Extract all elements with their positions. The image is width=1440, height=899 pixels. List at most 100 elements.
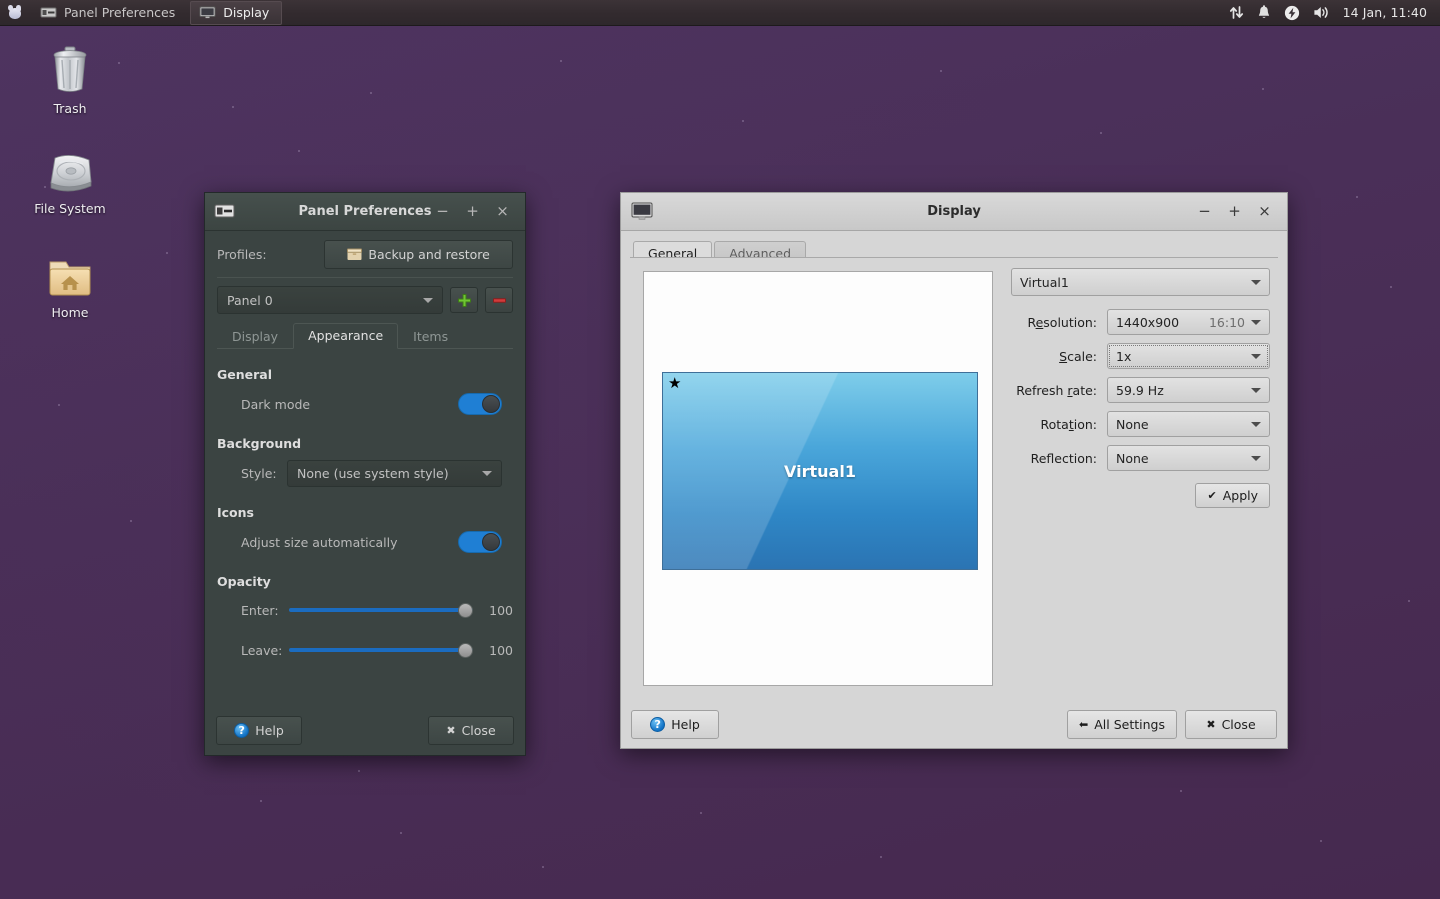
desktop-star — [58, 404, 60, 406]
minus-icon — [492, 297, 506, 303]
section-heading-general: General — [217, 367, 272, 382]
panel-select[interactable]: Panel 0 — [217, 286, 443, 314]
refresh-rate-label: Refresh rate: — [1016, 382, 1097, 398]
rotation-label: Rotation: — [1040, 416, 1097, 432]
system-tray: 14 Jan, 11:40 — [1229, 5, 1440, 21]
opacity-leave-slider[interactable] — [289, 642, 473, 658]
desktop-star — [298, 150, 300, 152]
toggle-knob — [482, 395, 500, 413]
monitor-preview-virtual1[interactable]: ★ Virtual1 — [662, 372, 978, 570]
taskbar-item-panel-preferences[interactable]: Panel Preferences — [31, 1, 188, 25]
remove-panel-button[interactable] — [485, 287, 513, 313]
opacity-enter-label: Enter: — [241, 602, 279, 618]
chevron-down-icon — [423, 298, 433, 303]
tab-items[interactable]: Items — [398, 324, 463, 349]
apply-button[interactable]: ✔ Apply — [1195, 483, 1270, 508]
maximize-button[interactable]: + — [466, 204, 479, 219]
chevron-down-icon — [1251, 320, 1261, 325]
scale-select[interactable]: 1x — [1107, 343, 1270, 369]
dark-mode-label: Dark mode — [241, 396, 311, 412]
close-dialog-button[interactable]: ✖ Close — [1185, 709, 1277, 739]
resolution-select[interactable]: 1440x900 16:10 — [1107, 309, 1270, 335]
add-panel-button[interactable] — [450, 287, 478, 313]
panel-select-value: Panel 0 — [227, 292, 273, 308]
backup-and-restore-button[interactable]: Backup and restore — [324, 239, 513, 269]
style-label: Style: — [241, 465, 277, 481]
applications-menu-button[interactable] — [0, 0, 30, 26]
panel-prefs-body: Profiles: Backup and restore Panel 0 Dis… — [205, 231, 525, 667]
volume-speaker-icon[interactable] — [1313, 5, 1330, 20]
opacity-enter-slider[interactable] — [289, 602, 473, 618]
adjust-size-row: Adjust size automatically — [217, 524, 513, 560]
desktop-star — [358, 770, 360, 772]
desktop-star — [1390, 286, 1392, 288]
slider-handle[interactable] — [458, 602, 473, 618]
opacity-leave-label: Leave: — [241, 642, 283, 658]
panel-prefs-titlebar[interactable]: Panel Preferences − + × — [205, 193, 525, 231]
adjust-size-toggle[interactable] — [458, 531, 502, 553]
background-style-value: None (use system style) — [297, 465, 449, 481]
chevron-down-icon — [1251, 422, 1261, 427]
minimize-button[interactable]: − — [436, 204, 449, 219]
power-bolt-icon[interactable] — [1284, 5, 1300, 21]
close-button[interactable]: × — [1258, 204, 1271, 219]
monitor-icon — [199, 6, 216, 19]
display-preview-area[interactable]: ★ Virtual1 — [643, 271, 993, 686]
maximize-button[interactable]: + — [1228, 204, 1241, 219]
desktop-star — [370, 92, 372, 94]
network-updown-icon[interactable] — [1229, 5, 1244, 20]
all-settings-button[interactable]: ⬅ All Settings — [1067, 709, 1177, 739]
refresh-rate-value: 59.9 Hz — [1116, 382, 1164, 398]
desktop-icon-label: File System — [34, 201, 106, 216]
slider-track — [289, 608, 473, 612]
desktop-star — [1320, 840, 1322, 842]
desktop-star — [232, 106, 234, 108]
opacity-leave-row: Leave: 100 — [217, 633, 513, 667]
desktop-icon-file-system[interactable]: File System — [18, 150, 122, 216]
desktop-star — [1180, 790, 1182, 792]
panel-clock[interactable]: 14 Jan, 11:40 — [1343, 5, 1427, 20]
close-button[interactable]: × — [496, 204, 509, 219]
desktop-icon-home[interactable]: Home — [18, 256, 122, 320]
adjust-size-label: Adjust size automatically — [241, 534, 398, 550]
dark-mode-toggle[interactable] — [458, 393, 502, 415]
section-heading-icons: Icons — [217, 505, 254, 520]
tab-display[interactable]: Display — [217, 324, 293, 349]
display-titlebar[interactable]: Display − + × — [621, 193, 1287, 231]
taskbar-item-display[interactable]: Display — [190, 0, 283, 25]
opacity-leave-value: 100 — [489, 642, 513, 658]
help-button[interactable]: ? Help — [631, 709, 719, 739]
tab-appearance[interactable]: Appearance — [293, 323, 399, 349]
resolution-value: 1440x900 — [1116, 314, 1180, 330]
resolution-label: Resolution: — [1027, 314, 1097, 330]
window-panel-preferences: Panel Preferences − + × Profiles: Backup… — [204, 192, 526, 756]
refresh-rate-select[interactable]: 59.9 Hz — [1107, 377, 1270, 403]
dark-mode-row: Dark mode — [217, 386, 513, 422]
display-titlebar-buttons: − + × — [1198, 204, 1287, 219]
reflection-select[interactable]: None — [1107, 445, 1270, 471]
rotation-select[interactable]: None — [1107, 411, 1270, 437]
monitor-icon — [631, 202, 653, 220]
help-button[interactable]: ? Help — [216, 715, 302, 745]
background-style-select[interactable]: None (use system style) — [287, 459, 502, 487]
profiles-label: Profiles: — [217, 246, 267, 262]
check-icon: ✔ — [1207, 489, 1217, 502]
panel-prefs-tabs: Display Appearance Items — [217, 322, 513, 349]
notification-bell-icon[interactable] — [1257, 5, 1271, 20]
desktop-star — [880, 856, 882, 858]
slider-handle[interactable] — [458, 642, 473, 658]
output-select[interactable]: Virtual1 — [1011, 268, 1270, 296]
close-dialog-button[interactable]: ✖ Close — [428, 715, 514, 745]
desktop-icon-trash[interactable]: Trash — [18, 44, 122, 116]
desktop-star — [166, 252, 168, 254]
trash-icon — [53, 46, 87, 92]
minimize-button[interactable]: − — [1198, 204, 1211, 219]
background-style-row: Style: None (use system style) — [217, 455, 513, 491]
resolution-aspect-ratio: 16:10 — [1208, 314, 1245, 330]
chevron-down-icon — [1251, 388, 1261, 393]
panel-selector-row: Panel 0 — [217, 278, 513, 322]
desktop-star — [1262, 88, 1264, 90]
desktop-star — [400, 832, 402, 834]
desktop-star — [1408, 600, 1410, 602]
desktop-icon-label: Home — [51, 305, 89, 320]
